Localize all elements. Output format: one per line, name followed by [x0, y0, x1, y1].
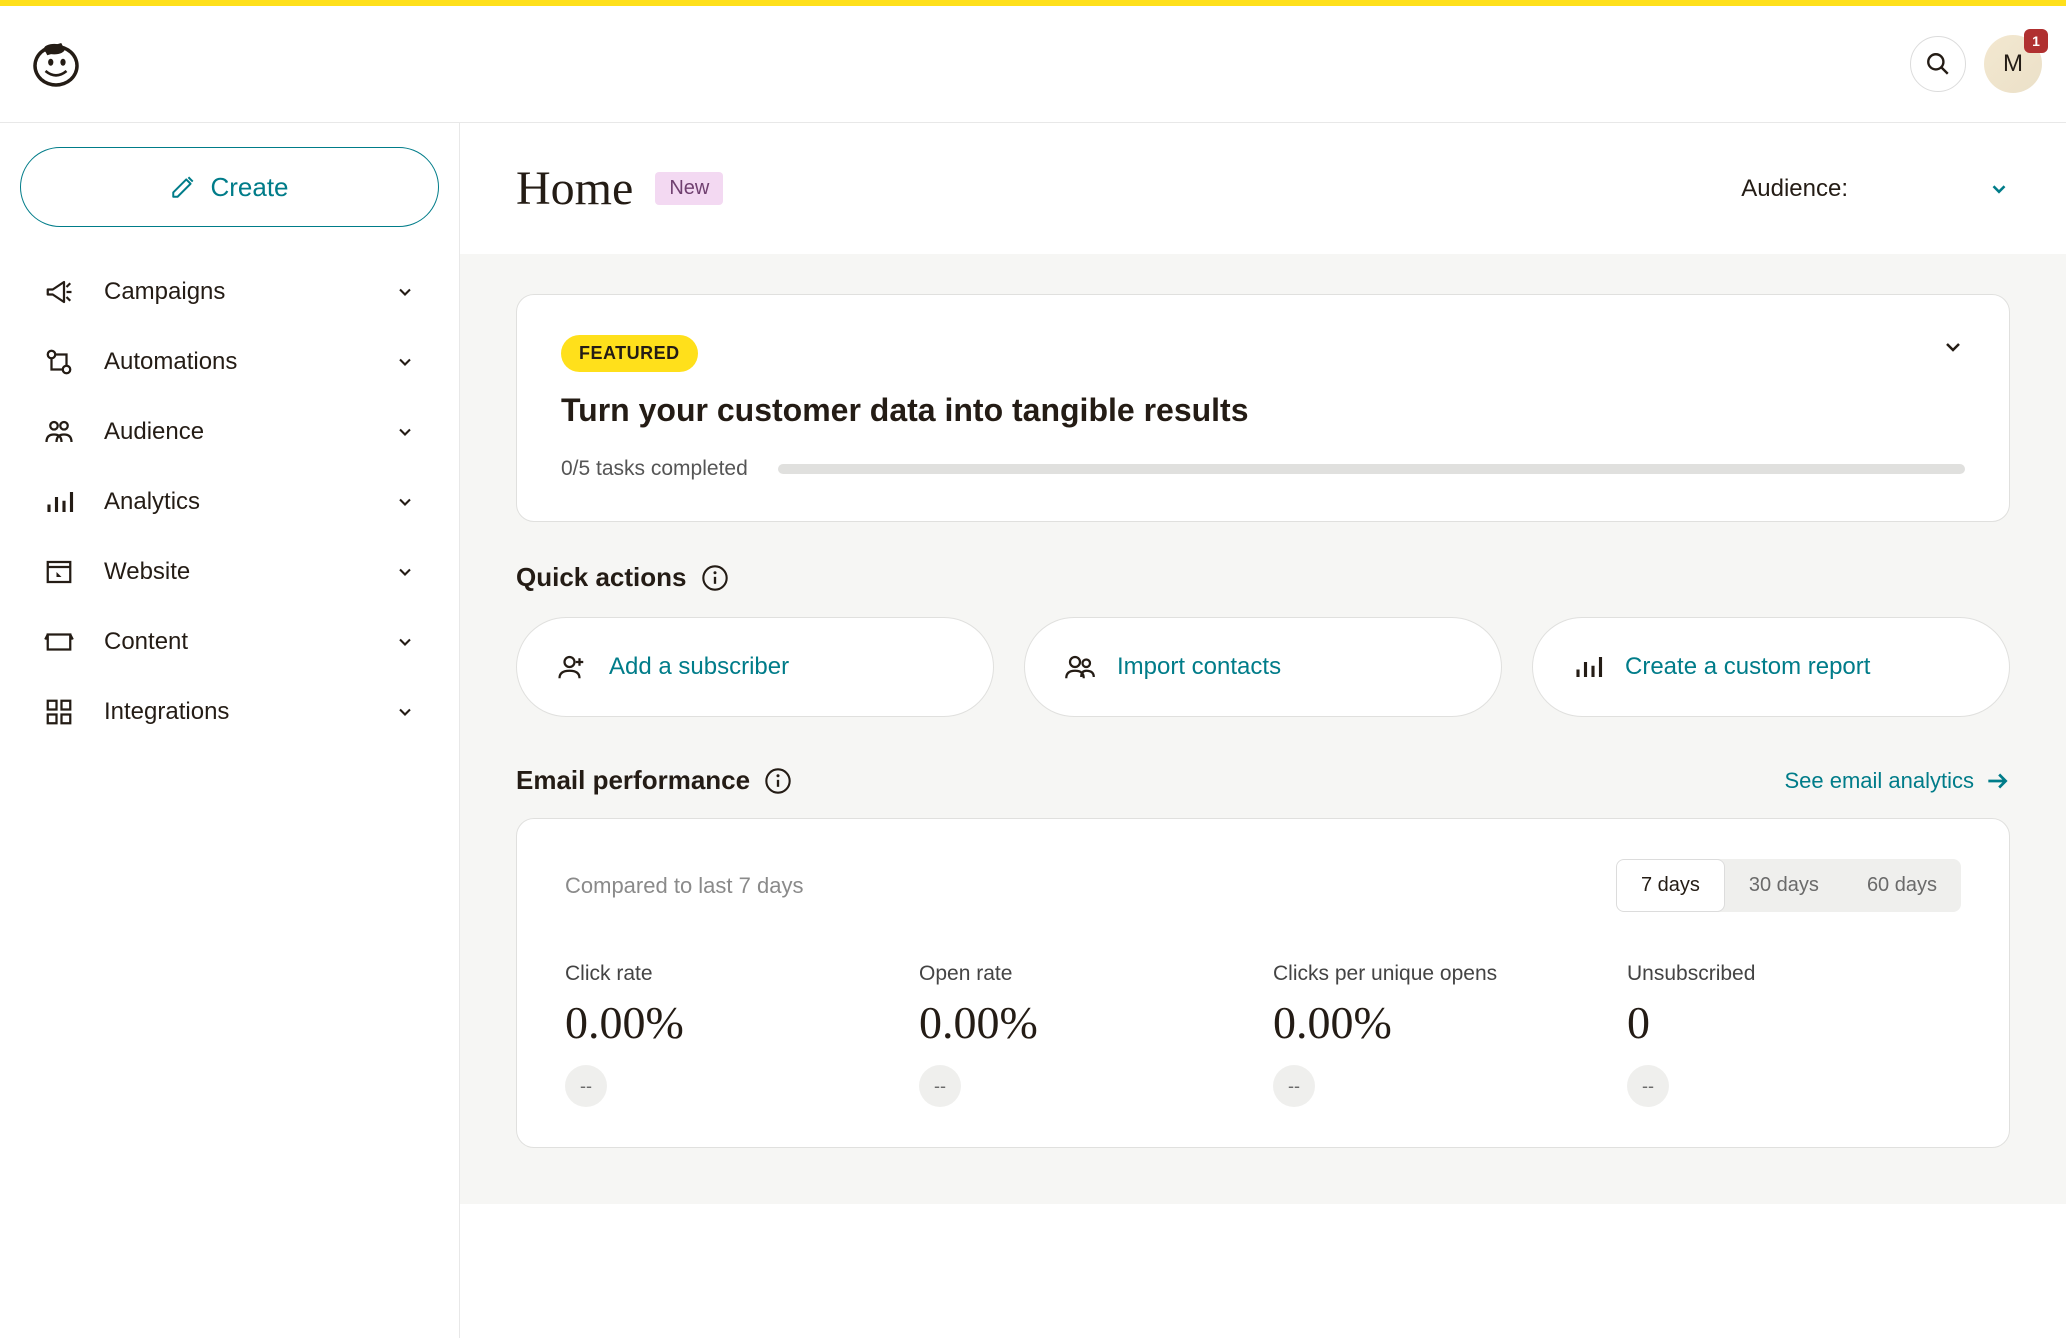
chevron-down-icon	[395, 632, 415, 652]
chevron-down-icon	[1941, 335, 1965, 359]
quick-action-label: Import contacts	[1117, 653, 1281, 681]
audience-selector[interactable]: Audience:	[1741, 175, 2010, 203]
audience-label: Audience:	[1741, 175, 1848, 203]
page-header: Home New Audience:	[460, 123, 2066, 254]
website-icon	[44, 557, 74, 587]
sidebar-item-analytics[interactable]: Analytics	[20, 467, 439, 537]
sidebar-item-campaigns[interactable]: Campaigns	[20, 257, 439, 327]
section-title: Quick actions	[516, 562, 687, 593]
sidebar: Create Campaigns Automations Audience An…	[0, 123, 460, 1338]
quick-action-label: Create a custom report	[1625, 653, 1870, 681]
period-30days[interactable]: 30 days	[1725, 859, 1843, 912]
create-button[interactable]: Create	[20, 147, 439, 227]
nav-label: Audience	[104, 418, 395, 446]
see-email-analytics-link[interactable]: See email analytics	[1784, 768, 2010, 794]
metric-label: Clicks per unique opens	[1273, 962, 1607, 986]
sidebar-item-audience[interactable]: Audience	[20, 397, 439, 467]
sidebar-item-automations[interactable]: Automations	[20, 327, 439, 397]
quick-actions-header: Quick actions	[516, 562, 2010, 593]
metric-value: 0.00%	[919, 996, 1253, 1049]
megaphone-icon	[44, 277, 74, 307]
user-avatar[interactable]: M 1	[1984, 35, 2042, 93]
chevron-down-icon	[395, 492, 415, 512]
chevron-down-icon	[395, 352, 415, 372]
report-chart-icon	[1573, 652, 1603, 682]
metric-value: 0.00%	[565, 996, 899, 1049]
content-area: FEATURED Turn your customer data into ta…	[460, 254, 2066, 1204]
period-7days[interactable]: 7 days	[1616, 859, 1725, 912]
grid-icon	[44, 697, 74, 727]
see-link-label: See email analytics	[1784, 768, 1974, 794]
add-user-icon	[557, 652, 587, 682]
mailchimp-logo[interactable]	[28, 36, 84, 92]
chevron-down-icon	[395, 282, 415, 302]
metric-change: --	[565, 1065, 607, 1107]
metric-click-rate: Click rate 0.00% --	[565, 962, 899, 1107]
nav-label: Integrations	[104, 698, 395, 726]
metric-value: 0	[1627, 996, 1961, 1049]
top-right-controls: M 1	[1910, 35, 2042, 93]
metric-change: --	[1627, 1065, 1669, 1107]
progress-text: 0/5 tasks completed	[561, 457, 748, 481]
avatar-initial: M	[2003, 50, 2023, 78]
main-content: Home New Audience: FEATURED Turn your cu…	[460, 123, 2066, 1338]
create-label: Create	[210, 172, 288, 203]
quick-action-create-report[interactable]: Create a custom report	[1532, 617, 2010, 717]
featured-title: Turn your customer data into tangible re…	[561, 392, 1965, 429]
metric-label: Unsubscribed	[1627, 962, 1961, 986]
notification-badge: 1	[2024, 29, 2048, 53]
nav-label: Analytics	[104, 488, 395, 516]
content-icon	[44, 627, 74, 657]
featured-card: FEATURED Turn your customer data into ta…	[516, 294, 2010, 522]
chevron-down-icon	[395, 422, 415, 442]
nav-label: Automations	[104, 348, 395, 376]
email-performance-header: Email performance See email analytics	[516, 765, 2010, 796]
quick-action-label: Add a subscriber	[609, 653, 789, 681]
top-header: M 1	[0, 6, 2066, 123]
metric-label: Open rate	[919, 962, 1253, 986]
sidebar-item-content[interactable]: Content	[20, 607, 439, 677]
metric-change: --	[919, 1065, 961, 1107]
quick-action-add-subscriber[interactable]: Add a subscriber	[516, 617, 994, 717]
nav-label: Campaigns	[104, 278, 395, 306]
progress-bar	[778, 464, 1965, 474]
metric-label: Click rate	[565, 962, 899, 986]
metric-unsubscribed: Unsubscribed 0 --	[1627, 962, 1961, 1107]
page-title: Home	[516, 161, 633, 216]
period-toggle: 7 days 30 days 60 days	[1616, 859, 1961, 912]
metric-change: --	[1273, 1065, 1315, 1107]
quick-actions-row: Add a subscriber Import contacts Create …	[516, 617, 2010, 717]
search-button[interactable]	[1910, 36, 1966, 92]
featured-expand-button[interactable]	[1941, 335, 1965, 359]
chevron-down-icon	[395, 562, 415, 582]
period-60days[interactable]: 60 days	[1843, 859, 1961, 912]
metric-open-rate: Open rate 0.00% --	[919, 962, 1253, 1107]
nav-label: Website	[104, 558, 395, 586]
bar-chart-icon	[44, 487, 74, 517]
search-icon	[1925, 51, 1951, 77]
metric-value: 0.00%	[1273, 996, 1607, 1049]
sidebar-item-website[interactable]: Website	[20, 537, 439, 607]
email-performance-card: Compared to last 7 days 7 days 30 days 6…	[516, 818, 2010, 1148]
featured-badge: FEATURED	[561, 335, 698, 372]
metrics-row: Click rate 0.00% -- Open rate 0.00% -- C…	[565, 962, 1961, 1107]
compared-text: Compared to last 7 days	[565, 873, 803, 899]
nav-label: Content	[104, 628, 395, 656]
chevron-down-icon	[1988, 178, 2010, 200]
arrow-right-icon	[1984, 768, 2010, 794]
quick-action-import-contacts[interactable]: Import contacts	[1024, 617, 1502, 717]
new-badge: New	[655, 172, 723, 205]
sidebar-item-integrations[interactable]: Integrations	[20, 677, 439, 747]
chevron-down-icon	[395, 702, 415, 722]
info-icon[interactable]	[701, 564, 729, 592]
section-title: Email performance	[516, 765, 750, 796]
info-icon[interactable]	[764, 767, 792, 795]
automation-icon	[44, 347, 74, 377]
pencil-icon	[170, 174, 196, 200]
contacts-icon	[1065, 652, 1095, 682]
audience-icon	[44, 417, 74, 447]
metric-clicks-unique: Clicks per unique opens 0.00% --	[1273, 962, 1607, 1107]
